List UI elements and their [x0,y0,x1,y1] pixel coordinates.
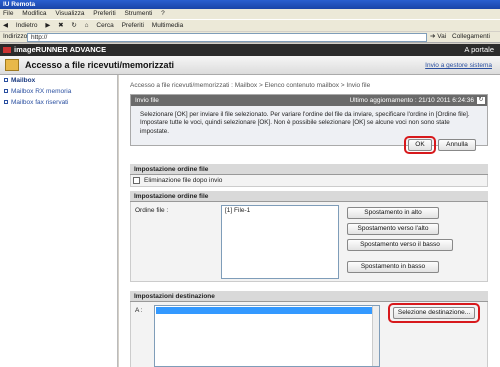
move-bottom-button[interactable]: Spostamento in basso [347,261,439,273]
move-top-button[interactable]: Spostamento in alto [347,207,439,219]
menu-bar: File Modifica Visualizza Preferiti Strum… [0,9,500,19]
search-button[interactable]: Cerca [96,22,113,29]
destination-to-label: A : [135,307,143,314]
main-content: Accesso a file ricevuti/memorizzati : Ma… [119,75,500,367]
address-input[interactable]: http:// [27,33,427,42]
bullet-icon [4,78,8,82]
media-button[interactable]: Multimedia [152,22,183,29]
system-manager-link[interactable]: Invio a gestore sistema [425,62,492,69]
sidebar-item-rx-memory[interactable]: Mailbox RX memoria [0,86,117,97]
bullet-icon [4,89,8,93]
send-file-message: Selezionare [OK] per inviare il file sel… [140,111,470,135]
order-settings-header: Impostazione ordine file [130,164,488,175]
delete-after-send-checkbox[interactable] [133,177,140,184]
menu-modifica[interactable]: Modifica [22,10,46,17]
menu-visualizza[interactable]: Visualizza [55,10,84,17]
address-label: Indirizzo [3,33,28,40]
list-item[interactable]: [1] File-1 [222,206,338,215]
app-header: imageRUNNER ADVANCE A portale [0,44,500,56]
sidebar: Mailbox Mailbox RX memoria Mailbox fax r… [0,75,118,367]
send-file-bar: Invio file Ultimo aggiornamento : 21/10 … [131,95,487,106]
stop-icon[interactable]: ✖ [58,22,63,29]
address-bar: Indirizzo http:// ➔ Vai Collegamenti [0,32,500,43]
page-title: Accesso a file ricevuti/memorizzati [25,60,175,70]
menu-strumenti[interactable]: Strumenti [125,10,153,17]
move-down-button[interactable]: Spostamento verso il basso [347,239,453,251]
brand-name: imageRUNNER ADVANCE [14,45,107,54]
home-icon[interactable]: ⌂ [85,22,89,29]
refresh-icon[interactable]: ↻ [477,97,485,104]
sidebar-item-label: Mailbox [11,77,36,84]
selected-destination-row[interactable] [156,307,378,314]
sidebar-item-confidential-fax[interactable]: Mailbox fax riservati [0,97,117,108]
select-destination-button[interactable]: Selezione destinazione... [393,307,475,319]
breadcrumb: Accesso a file ricevuti/memorizzati : Ma… [130,82,371,89]
links-button[interactable]: Collegamenti [452,32,490,42]
back-button[interactable]: Indietro [16,22,38,29]
destination-scrollbar[interactable] [372,306,379,366]
go-button[interactable]: ➔ Vai [430,32,446,42]
send-file-title: Invio file [135,97,159,104]
forward-icon[interactable]: ▶ [45,22,50,29]
mailbox-icon [5,59,19,71]
file-order-header: Impostazione ordine file [130,191,488,202]
window-title: IU Remota [0,0,500,9]
browser-toolbar: ◀ Indietro ▶ ✖ ↻ ⌂ Cerca Preferiti Multi… [0,19,500,31]
page-header: Accesso a file ricevuti/memorizzati Invi… [0,56,500,75]
sidebar-item-mailbox[interactable]: Mailbox [0,75,117,86]
back-icon[interactable]: ◀ [3,22,8,29]
file-order-label: Ordine file : [135,207,169,214]
ok-button[interactable]: OK [408,139,432,151]
menu-help[interactable]: ? [161,10,165,17]
sidebar-item-label: Mailbox RX memoria [11,88,72,95]
portal-link[interactable]: A portale [464,44,494,56]
menu-file[interactable]: File [3,10,13,17]
favorites-button[interactable]: Preferiti [122,22,144,29]
last-update: Ultimo aggiornamento : 21/10 2011 6:24:3… [349,97,474,104]
menu-preferiti[interactable]: Preferiti [93,10,115,17]
destination-list[interactable] [154,305,380,367]
file-order-list[interactable]: [1] File-1 [221,205,339,279]
sidebar-item-label: Mailbox fax riservati [11,99,69,106]
cancel-button[interactable]: Annulla [438,139,476,151]
go-label: Vai [437,33,447,40]
refresh-icon[interactable]: ↻ [71,22,76,29]
delete-after-send-label: Eliminazione file dopo invio [144,177,223,184]
brand-logo-icon [3,47,11,53]
bullet-icon [4,100,8,104]
move-up-button[interactable]: Spostamento verso l'alto [347,223,439,235]
destination-header: Impostazioni destinazione [130,291,488,302]
